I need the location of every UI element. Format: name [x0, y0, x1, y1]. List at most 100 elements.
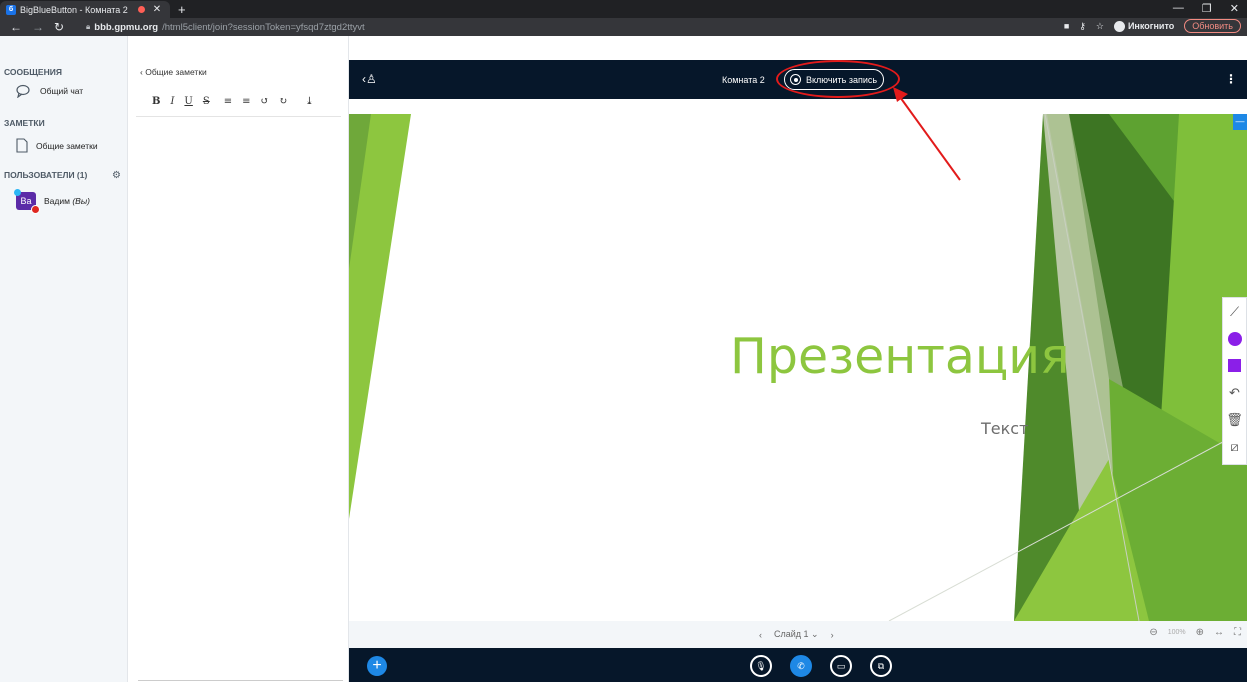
ordered-list-button[interactable]: ≡ — [224, 96, 232, 107]
zoom-in-icon[interactable]: ⊕ — [1196, 627, 1204, 638]
undo-icon: ↶ — [1229, 384, 1240, 400]
recording-dot-icon — [137, 6, 145, 13]
incognito-icon — [1113, 20, 1125, 32]
user-list-item[interactable]: Ва Вадим (Вы) — [14, 189, 90, 214]
key-icon[interactable]: ⚷ — [1079, 21, 1086, 32]
camera-icon[interactable]: ■ — [1064, 21, 1069, 31]
user-settings-gear-icon[interactable]: ⚙ — [112, 170, 121, 181]
unmute-button[interactable]: 🎙︎ — [750, 655, 772, 677]
notes-title: Общие заметки — [145, 67, 207, 77]
chat-icon — [16, 84, 30, 98]
slide-label: Слайд 1 — [774, 629, 809, 639]
webcam-off-icon: ▭ — [836, 660, 846, 671]
tab-close-icon[interactable]: ✕ — [153, 4, 161, 15]
action-bar: + 🎙︎ ✆ ▭ ⧉ — [349, 648, 1247, 682]
screen-share-icon: ⧉ — [877, 660, 885, 671]
multi-user-whiteboard-button[interactable]: ⧄ — [1223, 433, 1246, 460]
zoom-controls: ⊖ 100% ⊕ ↔ ⛶ — [1149, 627, 1241, 638]
slide-select[interactable]: Слайд 1 ⌄ — [774, 629, 819, 640]
room-name: Комната 2 — [722, 75, 765, 85]
trash-icon: 🗑︎ — [1226, 411, 1243, 427]
shape-tool-button[interactable] — [1223, 352, 1246, 379]
notes-bottom-divider — [138, 680, 343, 681]
avatar: Ва — [14, 189, 40, 214]
back-icon[interactable]: ← — [10, 20, 22, 34]
notes-divider — [136, 116, 341, 117]
presentation-area[interactable]: Презентация Текст — [349, 99, 1247, 621]
new-tab-icon[interactable]: + — [178, 2, 186, 17]
notes-toolbar: B I U S ≡ ≡ ↺ ↻ ⤓ — [152, 96, 314, 107]
user-you-label: (Вы) — [72, 196, 90, 206]
url-path: /html5client/join?sessionToken=yfsqd7ztg… — [162, 21, 365, 33]
fit-width-icon[interactable]: ↔ — [1214, 627, 1224, 638]
users-section-title: ПОЛЬЗОВАТЕЛИ (1) — [4, 170, 88, 180]
browser-tab-bar: б BigBlueButton - Комната 2 ✕ + — ❐ ✕ — [0, 0, 1247, 18]
italic-button[interactable]: I — [170, 96, 174, 107]
update-button[interactable]: Обновить — [1184, 19, 1241, 33]
phone-icon: ✆ — [797, 660, 805, 671]
clear-annotations-button[interactable]: 🗑︎ — [1223, 406, 1246, 433]
sidebar-item-public-chat[interactable]: Общий чат — [16, 84, 83, 98]
window-controls: — ❐ ✕ — [1173, 2, 1239, 15]
notes-section-title: ЗАМЕТКИ — [4, 118, 45, 128]
shared-notes-label: Общие заметки — [36, 140, 98, 151]
color-tool-button[interactable] — [1223, 325, 1246, 352]
browser-tab[interactable]: б BigBlueButton - Комната 2 ✕ — [0, 1, 170, 18]
user-name: Вадим (Вы) — [44, 196, 90, 206]
underline-button[interactable]: U — [184, 96, 192, 107]
export-button[interactable]: ⤓ — [305, 96, 313, 107]
chart-icon: ⧄ — [1230, 438, 1239, 454]
avatar-initials: Ва — [20, 196, 32, 206]
undo-annotation-button[interactable]: ↶ — [1223, 379, 1246, 406]
muted-mic-icon — [31, 205, 40, 214]
public-chat-label: Общий чат — [40, 86, 84, 96]
url-field[interactable]: 🔒︎ bbb.gpmu.org/html5client/join?session… — [86, 20, 1171, 34]
actions-plus-button[interactable]: + — [367, 656, 387, 676]
pencil-tool-button[interactable]: ⟋ — [1223, 298, 1246, 325]
minimize-icon[interactable]: — — [1173, 2, 1184, 15]
notes-back-button[interactable]: ‹ Общие заметки — [140, 67, 207, 77]
zoom-level: 100% — [1167, 629, 1186, 636]
share-webcam-button[interactable]: ▭ — [830, 655, 852, 677]
strikethrough-button[interactable]: S — [203, 96, 210, 107]
user-name-text: Вадим — [44, 196, 70, 206]
minimize-presentation-icon[interactable]: — — [1233, 114, 1247, 130]
messages-section-title: СООБЩЕНИЯ — [4, 67, 62, 77]
undo-button[interactable]: ↺ — [260, 96, 268, 107]
bbb-favicon-icon: б — [6, 4, 16, 15]
browser-toolbar-right: ■ ⚷ ☆ Инкогнито Обновить — [1064, 19, 1241, 33]
slide-subtitle: Текст — [981, 419, 1029, 438]
lock-icon: 🔒︎ — [86, 22, 91, 31]
shared-notes-panel: ‹ Общие заметки B I U S ≡ ≡ ↺ ↻ ⤓ — [128, 36, 349, 682]
slide-navigation: ‹ Слайд 1 ⌄ › — [759, 629, 834, 640]
share-screen-button[interactable]: ⧉ — [870, 655, 892, 677]
more-options-icon[interactable]: ⋮ — [1225, 72, 1237, 86]
prev-slide-icon[interactable]: ‹ — [759, 630, 762, 640]
star-icon[interactable]: ☆ — [1096, 21, 1104, 32]
user-list-sidebar: СООБЩЕНИЯ Общий чат ЗАМЕТКИ Общие заметк… — [0, 36, 128, 682]
leave-audio-button[interactable]: ✆ — [790, 655, 812, 677]
redo-button[interactable]: ↻ — [279, 96, 287, 107]
color-square-icon — [1228, 359, 1241, 372]
toggle-user-list-icon[interactable]: ‹♙ — [362, 72, 377, 86]
presentation-toolbar: ‹ Слайд 1 ⌄ › ⊖ 100% ⊕ ↔ ⛶ — [349, 621, 1247, 648]
restore-icon[interactable]: ❐ — [1202, 2, 1212, 15]
whiteboard-toolbar: ⟋ ↶ 🗑︎ ⧄ — [1222, 297, 1247, 465]
incognito-label: Инкогнито — [1127, 21, 1175, 31]
sidebar-item-shared-notes[interactable]: Общие заметки — [16, 138, 98, 153]
tab-title: BigBlueButton - Комната 2 — [20, 4, 128, 15]
forward-icon[interactable]: → — [32, 20, 44, 34]
annotation-ellipse — [776, 60, 900, 98]
presenter-badge-icon — [14, 189, 21, 196]
zoom-out-icon[interactable]: ⊖ — [1149, 627, 1157, 638]
bullet-list-button[interactable]: ≡ — [242, 96, 250, 107]
muted-microphone-icon: 🎙︎ — [755, 660, 767, 671]
reload-icon[interactable]: ↻ — [54, 20, 64, 34]
bold-button[interactable]: B — [152, 96, 160, 107]
address-bar: ← → ↻ 🔒︎ bbb.gpmu.org/html5client/join?s… — [0, 18, 1247, 36]
close-window-icon[interactable]: ✕ — [1230, 2, 1239, 15]
next-slide-icon[interactable]: › — [831, 630, 834, 640]
slide-title: Презентация — [730, 328, 1070, 385]
fullscreen-icon[interactable]: ⛶ — [1234, 627, 1241, 638]
incognito-indicator[interactable]: Инкогнито — [1113, 20, 1175, 32]
